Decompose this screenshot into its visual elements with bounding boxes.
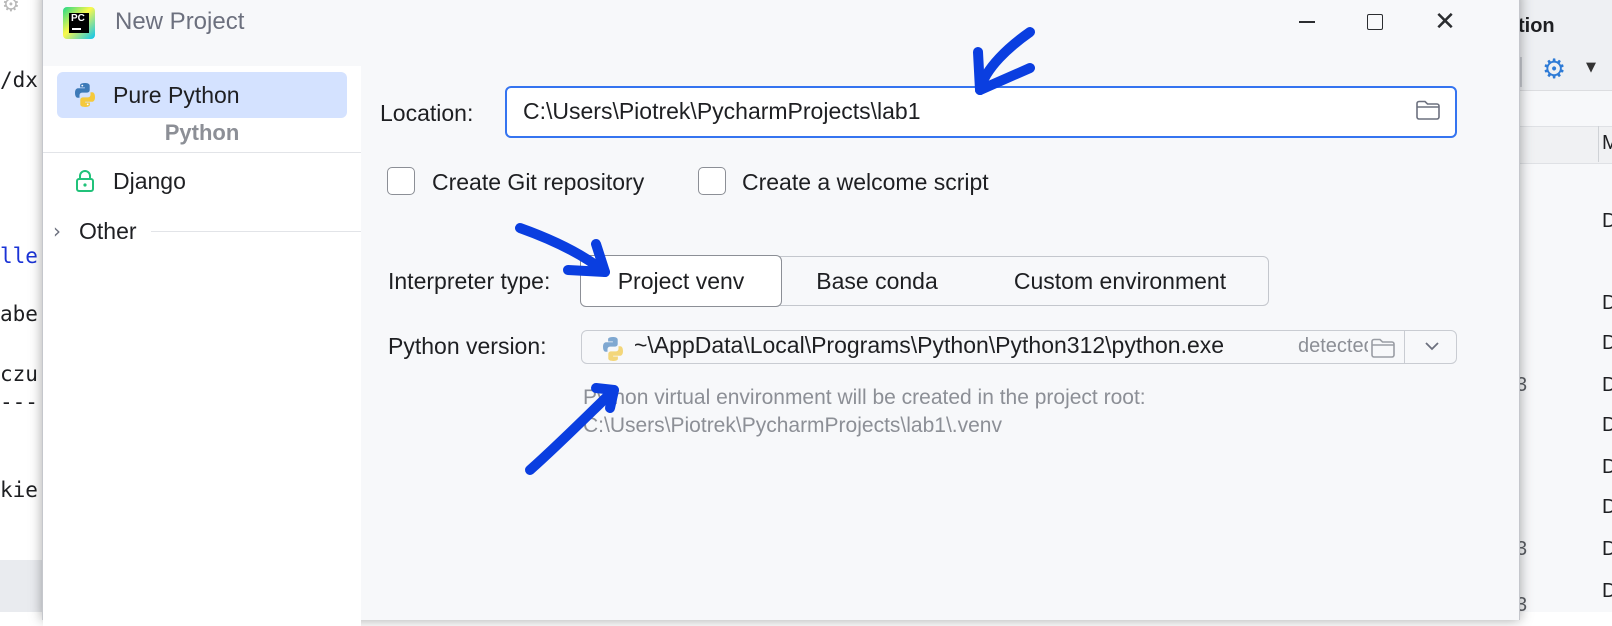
table-cell: D	[1602, 374, 1612, 396]
dropdown-arrow-icon[interactable]: ▼	[1586, 60, 1596, 75]
dialog-title: New Project	[115, 8, 245, 35]
code-line: kie	[0, 478, 38, 502]
nav-item-pure-python[interactable]: Pure Python	[57, 72, 347, 118]
interpreter-option-custom-environment[interactable]: Custom environment	[972, 256, 1268, 306]
venv-hint-line: Python virtual environment will be creat…	[583, 386, 1146, 409]
minimize-icon	[1299, 21, 1315, 23]
create-git-label[interactable]: Create Git repository	[432, 169, 644, 196]
segment-label: Base conda	[816, 267, 938, 294]
detected-badge: detected	[1298, 335, 1368, 357]
maximize-icon	[1367, 14, 1383, 30]
column-separator[interactable]	[1598, 126, 1599, 162]
table-cell: D	[1602, 456, 1612, 478]
table-cell: D	[1602, 414, 1612, 436]
nav-item-django[interactable]: Django	[57, 158, 347, 204]
interpreter-type-segmented: Project venv Base conda Custom environme…	[580, 255, 1269, 307]
maximize-button[interactable]	[1345, 0, 1405, 44]
settings-gear-icon[interactable]: ⚙	[1542, 54, 1566, 85]
python-icon	[600, 336, 628, 363]
toolbar-separator	[1520, 57, 1522, 87]
divider	[150, 230, 361, 232]
code-line: ---	[0, 390, 38, 414]
chevron-right-icon: ›	[53, 219, 61, 243]
code-line: /dx	[0, 68, 38, 92]
app-logo-text: PC	[71, 13, 85, 24]
folder-icon[interactable]	[1370, 337, 1396, 359]
nav-group-label: Python	[164, 120, 240, 145]
python-version-label: Python version:	[388, 333, 547, 359]
status-bar	[0, 560, 44, 612]
table-cell: D	[1602, 210, 1612, 232]
nav-group-header: Python	[43, 114, 361, 154]
close-button[interactable]: ✕	[1415, 0, 1475, 44]
new-project-dialog: PC New Project ✕ Pure Python Python Djan…	[42, 0, 1520, 626]
background-ide-right: tion ⚙ ▼ M D D D D D D D D D 3 3 3	[1518, 0, 1612, 612]
background-ide-left: ⚙ /dx lle abe czu --- kie	[0, 0, 44, 612]
create-welcome-label[interactable]: Create a welcome script	[742, 169, 989, 196]
table-cell: D	[1602, 538, 1612, 560]
python-version-value: ~\AppData\Local\Programs\Python\Python31…	[634, 332, 1225, 358]
chevron-down-icon[interactable]	[1422, 336, 1442, 356]
location-field[interactable]	[505, 86, 1457, 138]
close-icon: ✕	[1434, 7, 1456, 37]
venv-hint-path: C:\Users\Piotrek\PycharmProjects\lab1\.v…	[583, 414, 1002, 437]
project-type-list: Pure Python Python Django › Other	[43, 66, 361, 626]
settings-gear-icon: ⚙	[2, 0, 20, 16]
code-line: czu	[0, 362, 38, 386]
table-cell: D	[1602, 580, 1612, 602]
table-cell: D	[1602, 332, 1612, 354]
table-cell: D	[1602, 496, 1612, 518]
dialog-titlebar[interactable]: PC New Project ✕	[43, 0, 1519, 54]
minimize-button[interactable]	[1277, 0, 1337, 44]
pycharm-logo-icon: PC	[63, 7, 95, 39]
tool-window-title: tion	[1518, 15, 1555, 37]
nav-item-label: Pure Python	[113, 81, 240, 108]
column-header[interactable]: M	[1602, 132, 1612, 155]
nav-item-label: Other	[79, 217, 137, 244]
code-line: lle	[0, 244, 38, 268]
segment-label: Custom environment	[1013, 267, 1227, 294]
python-version-dropdown[interactable]: ~\AppData\Local\Programs\Python\Python31…	[581, 330, 1457, 364]
dropdown-divider	[1404, 331, 1406, 363]
interpreter-type-label: Interpreter type:	[388, 268, 551, 294]
create-welcome-checkbox[interactable]	[698, 167, 726, 195]
create-git-checkbox[interactable]	[387, 167, 415, 195]
nav-item-other[interactable]: › Other	[43, 212, 361, 250]
interpreter-option-base-conda[interactable]: Base conda	[782, 256, 972, 306]
nav-item-label: Django	[113, 167, 186, 194]
table-cell: D	[1602, 292, 1612, 314]
python-icon	[71, 81, 99, 109]
code-line: abe	[0, 302, 38, 326]
location-input[interactable]	[523, 88, 1383, 135]
folder-icon[interactable]	[1415, 99, 1441, 121]
location-label: Location:	[380, 100, 474, 126]
segment-label: Project venv	[617, 267, 745, 294]
interpreter-option-project-venv[interactable]: Project venv	[580, 255, 782, 307]
lock-icon	[71, 167, 99, 195]
